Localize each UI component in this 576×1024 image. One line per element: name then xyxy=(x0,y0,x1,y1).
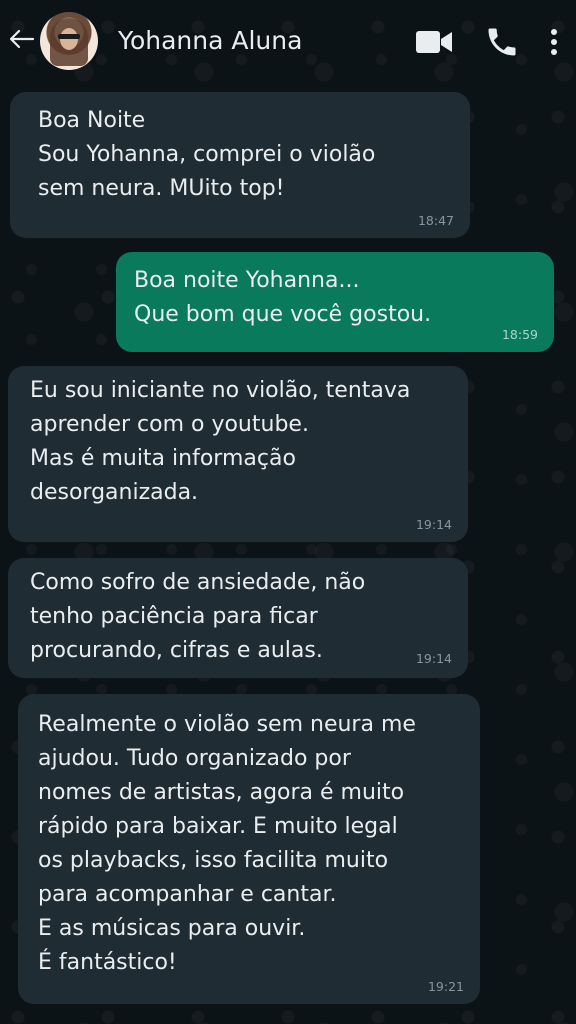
arrow-left-icon[interactable] xyxy=(6,24,36,54)
message-bubble-outgoing[interactable]: Boa noite Yohanna... Que bom que você go… xyxy=(116,252,554,352)
message-bubble-incoming[interactable]: Eu sou iniciante no violão, tentava apre… xyxy=(8,366,468,542)
message-text: Eu sou iniciante no violão, tentava apre… xyxy=(30,378,411,505)
more-vert-icon[interactable] xyxy=(544,24,564,60)
avatar[interactable] xyxy=(40,12,98,70)
message-text: Boa noite Yohanna... Que bom que você go… xyxy=(134,268,432,327)
message-time: 19:14 xyxy=(415,651,452,666)
message-bubble-incoming[interactable]: Como sofro de ansiedade, não tenho paciê… xyxy=(8,558,468,678)
message-bubble-incoming[interactable]: Realmente o violão sem neura me ajudou. … xyxy=(18,694,480,1004)
message-text: Como sofro de ansiedade, não tenho paciê… xyxy=(30,570,366,663)
phone-icon[interactable] xyxy=(484,24,520,60)
message-time: 18:47 xyxy=(417,213,454,228)
video-camera-icon[interactable] xyxy=(414,24,452,60)
message-text: Realmente o violão sem neura me ajudou. … xyxy=(38,712,416,975)
message-bubble-incoming[interactable]: Boa Noite Sou Yohanna, comprei o violão … xyxy=(10,92,470,238)
chat-header: Yohanna Aluna xyxy=(0,0,576,84)
message-time: 19:14 xyxy=(415,517,452,532)
contact-name[interactable]: Yohanna Aluna xyxy=(118,26,302,55)
message-time: 19:21 xyxy=(427,979,464,994)
message-time: 18:59 xyxy=(501,327,538,342)
message-text: Boa Noite Sou Yohanna, comprei o violão … xyxy=(38,108,376,201)
